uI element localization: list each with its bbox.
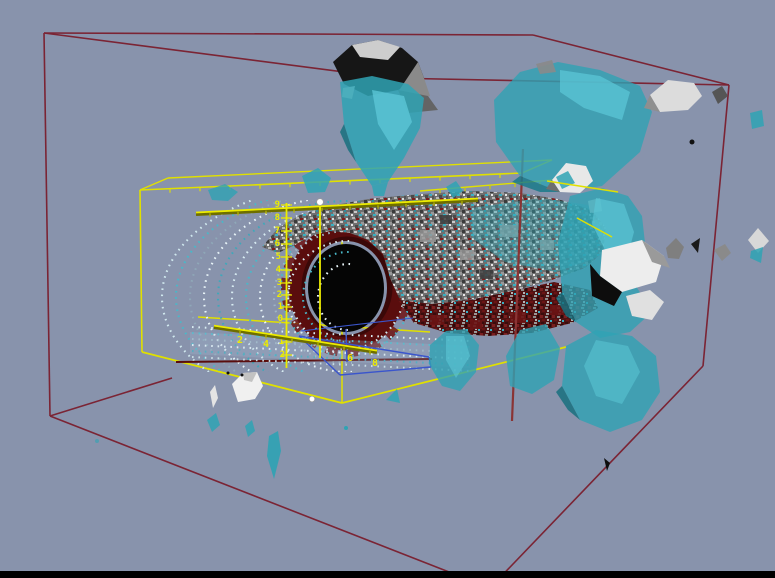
ruler-tick-label: 0 <box>278 314 283 324</box>
ruler-tick-label: 8 <box>275 213 280 223</box>
ruler-tick-label: 2 <box>280 350 285 360</box>
ruler-tick-label: 7 <box>275 226 280 236</box>
bottom-strip <box>0 571 775 578</box>
origin-marker-sphere <box>317 199 324 206</box>
ruler-tick-label: 3 <box>277 278 282 288</box>
ruler-tick-label: 6 <box>347 353 353 364</box>
scene-svg: 9 8 7 6 5 4 3 2 1 0 1 2 2 4 6 8 <box>0 0 775 578</box>
ruler-tick-label: 2 <box>277 290 282 300</box>
ruler-tick-label: 2 <box>237 335 243 346</box>
ruler-tick-label: 4 <box>263 339 269 350</box>
ruler-tick-label: 9 <box>275 200 280 210</box>
ruler-tick-label: 1 <box>278 302 283 312</box>
ruler-tick-label: 8 <box>372 358 378 369</box>
viewport-3d[interactable]: 9 8 7 6 5 4 3 2 1 0 1 2 2 4 6 8 <box>0 0 775 578</box>
ruler-tick-label: 5 <box>276 252 281 262</box>
ruler-tick-label: 6 <box>275 239 280 249</box>
edge-marker-sphere <box>309 396 315 402</box>
ruler-tick-label: 4 <box>276 265 282 275</box>
